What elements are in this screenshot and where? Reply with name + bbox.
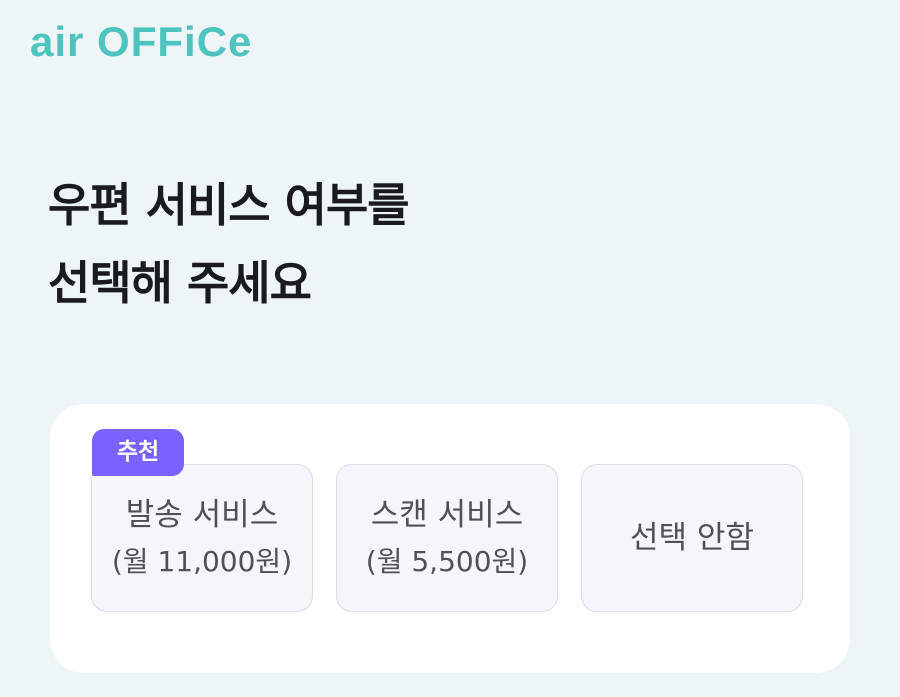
option-title: 발송 서비스 [125,497,279,533]
page-title: 우편 서비스 여부를 선택해 주세요 [48,166,748,322]
mail-scan-service-option[interactable]: 스캔 서비스 (월 5,500원) [336,464,558,612]
recommended-badge: 추천 [92,429,184,476]
page-title-line-1: 우편 서비스 여부를 [48,178,410,232]
mail-forwarding-service-option[interactable]: 발송 서비스 (월 11,000원) [91,464,313,612]
option-price: (월 5,500원) [365,545,529,578]
option-title: 선택 안함 [630,520,754,556]
no-service-option[interactable]: 선택 안함 [581,464,803,612]
option-title: 스캔 서비스 [370,497,524,533]
mail-service-options-card: 추천 발송 서비스 (월 11,000원) 스캔 서비스 (월 5,500원) … [50,404,850,673]
option-price: (월 11,000원) [111,545,293,578]
air-office-logo: air OFFiCe [30,14,252,70]
page-title-line-2: 선택해 주세요 [48,256,312,310]
logo-text: air OFFiCe [30,18,253,65]
